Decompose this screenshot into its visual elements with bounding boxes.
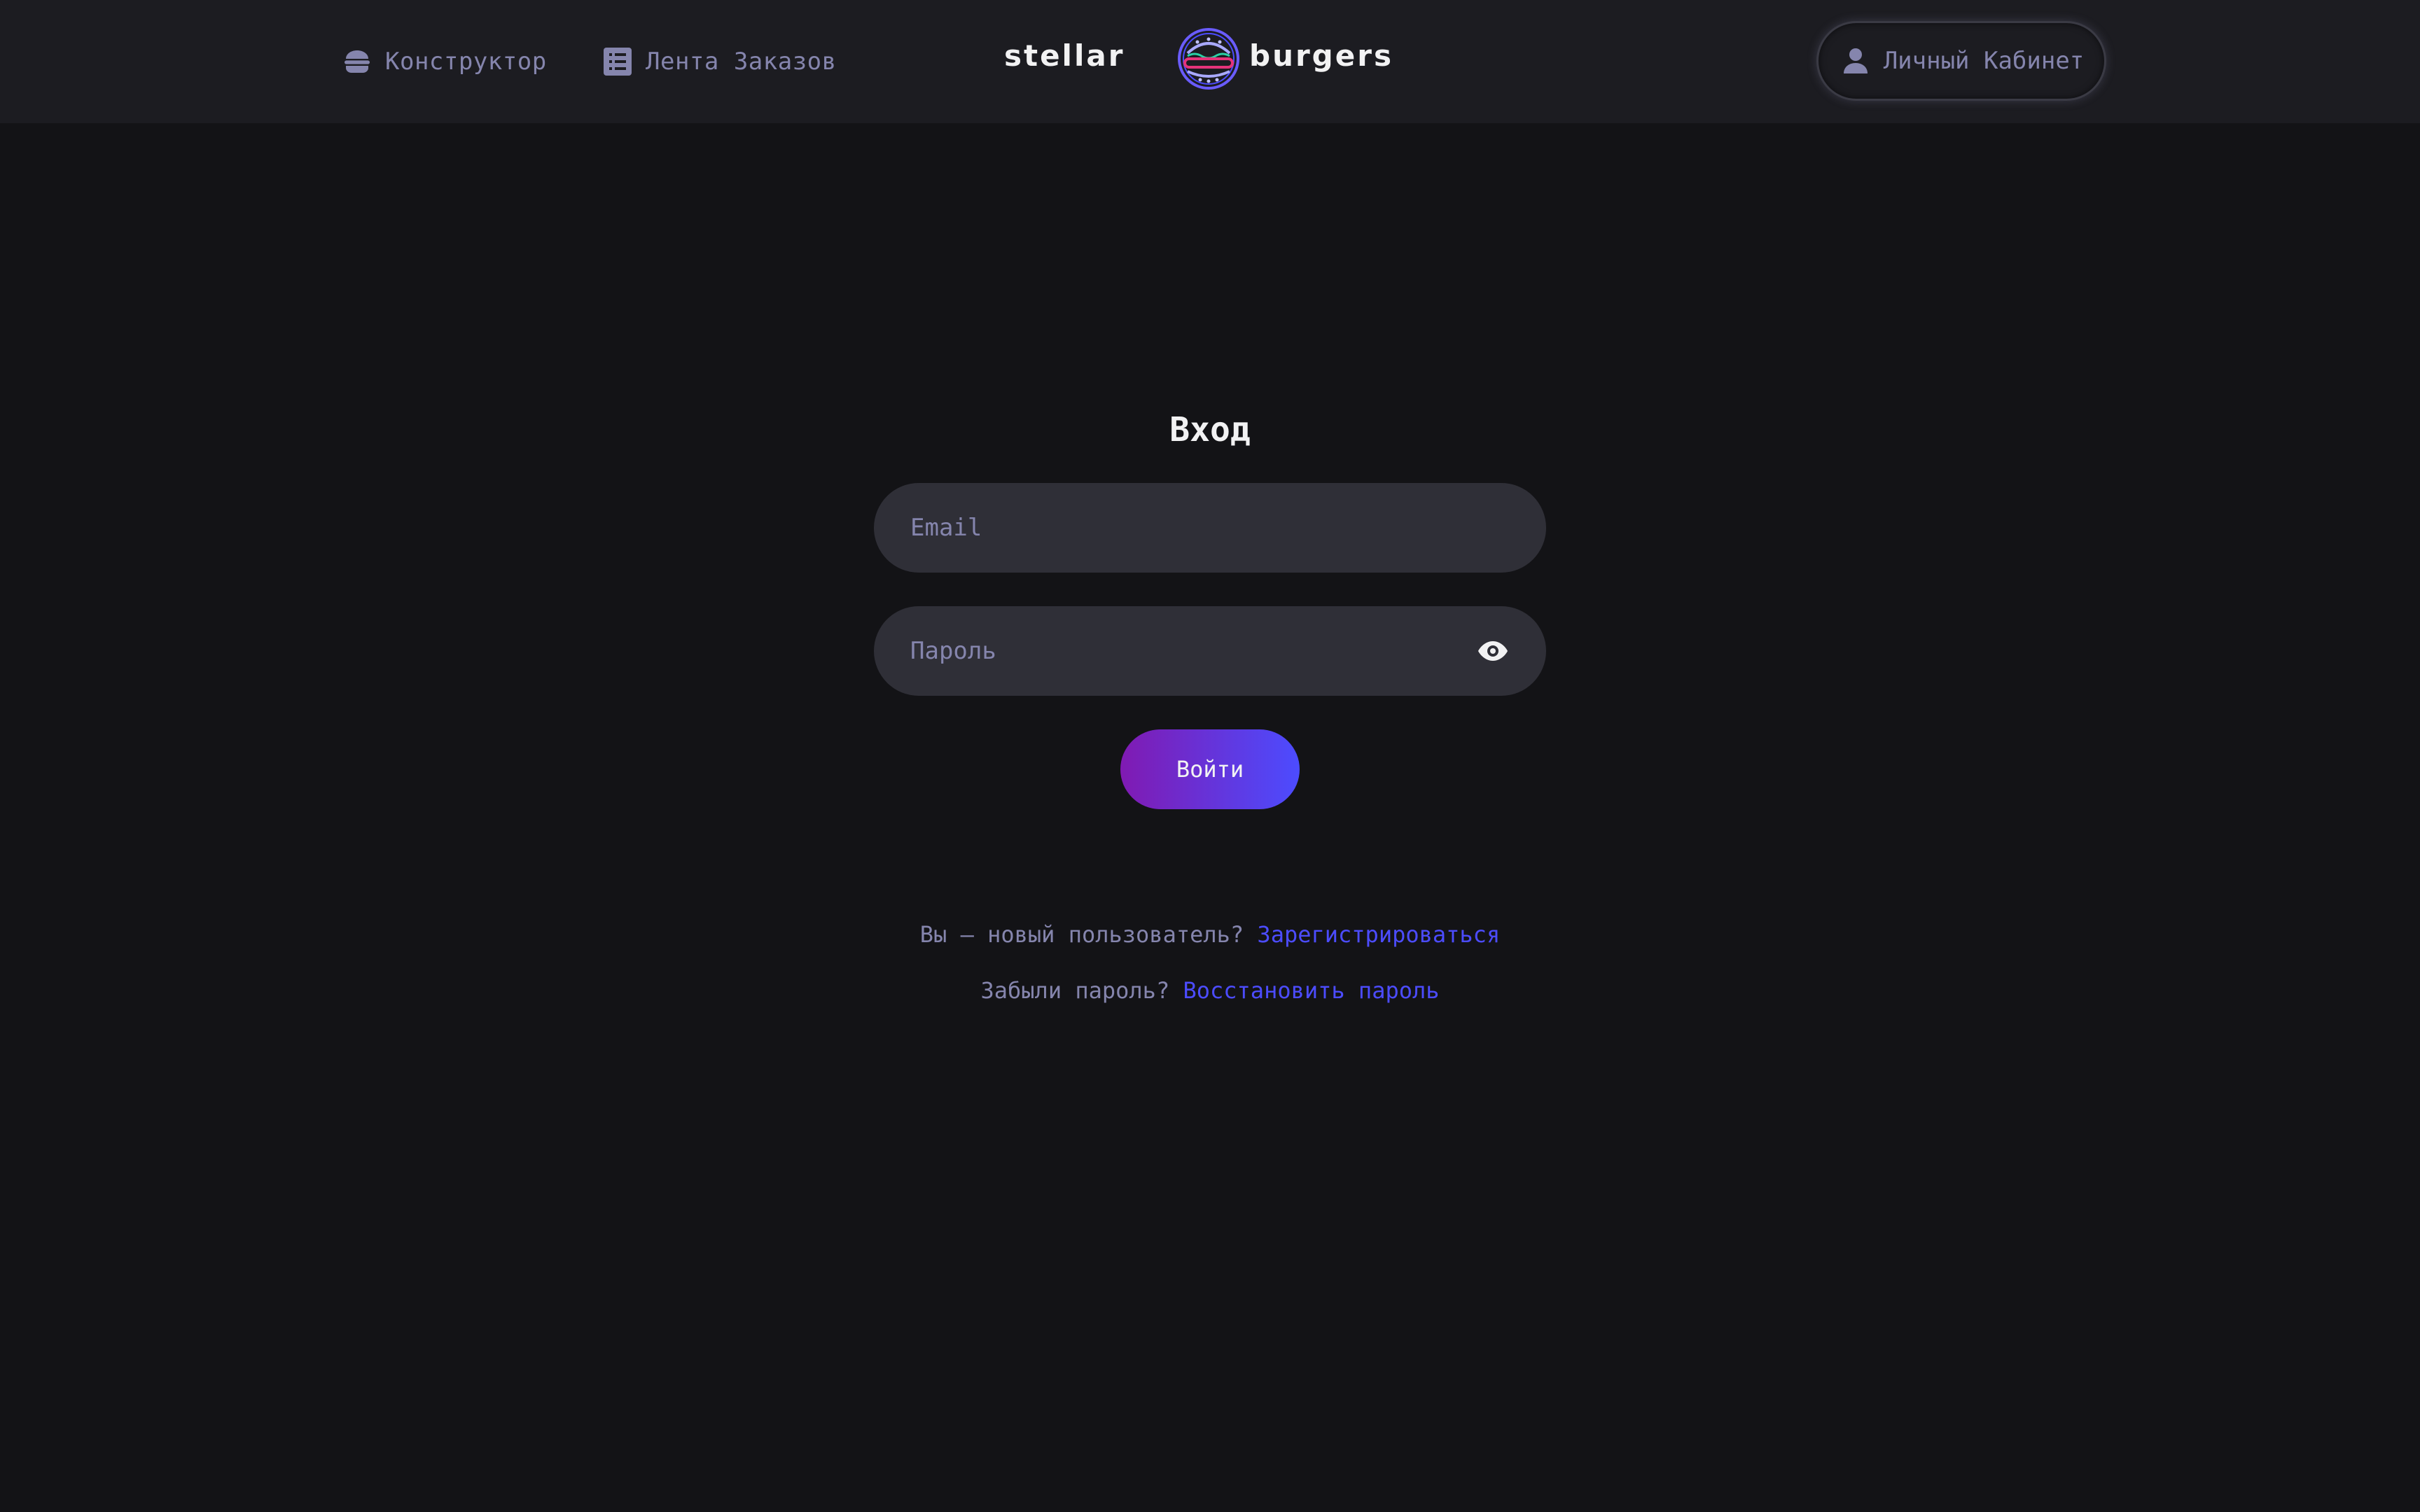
nav-constructor-label: Конструктор — [385, 48, 547, 76]
eye-icon[interactable] — [1476, 634, 1510, 668]
stellar-burgers-logo[interactable]: stellar burgers — [1004, 24, 1413, 94]
burger-icon — [340, 45, 374, 78]
logo-text-left: stellar — [1004, 38, 1125, 73]
password-field-container[interactable] — [874, 606, 1546, 696]
email-input[interactable] — [910, 483, 1456, 573]
app-header: Конструктор Лента Заказов stellar burger… — [0, 0, 2420, 123]
register-hint: Вы — новый пользователь? Зарегистрироват… — [0, 921, 2420, 948]
profile-button[interactable]: Личный Кабинет — [1816, 21, 2106, 101]
email-field-container[interactable] — [874, 483, 1546, 573]
register-prompt: Вы — новый пользователь? — [919, 921, 1244, 948]
list-icon — [601, 45, 634, 78]
user-icon — [1839, 44, 1872, 78]
profile-button-label: Личный Кабинет — [1883, 47, 2085, 75]
forgot-password-link[interactable]: Восстановить пароль — [1183, 977, 1439, 1004]
password-input[interactable] — [910, 606, 1456, 696]
register-link[interactable]: Зарегистрироваться — [1257, 921, 1500, 948]
forgot-password-prompt: Забыли пароль? — [980, 977, 1170, 1004]
login-submit-button[interactable]: Войти — [1120, 729, 1300, 809]
logo-burger-emblem — [1178, 28, 1239, 90]
nav-order-feed-link[interactable]: Лента Заказов — [601, 42, 837, 81]
nav-constructor-link[interactable]: Конструктор — [340, 42, 547, 81]
forgot-password-hint: Забыли пароль? Восстановить пароль — [0, 977, 2420, 1004]
logo-text-right: burgers — [1249, 38, 1393, 73]
nav-order-feed-label: Лента Заказов — [646, 48, 837, 76]
login-title: Вход — [1169, 410, 1251, 449]
